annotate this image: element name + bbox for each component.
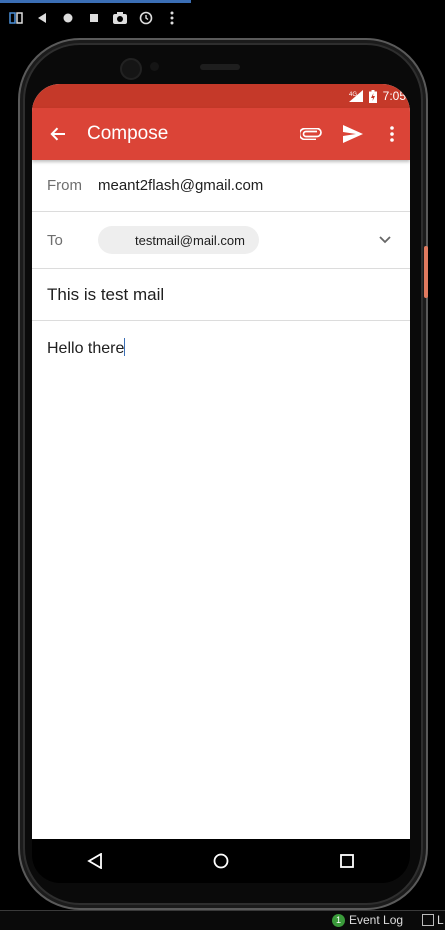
emulator-progress (0, 0, 191, 3)
recipient-chip[interactable]: testmail@mail.com (98, 226, 259, 254)
nav-home-icon[interactable] (199, 839, 243, 883)
overview-icon[interactable] (86, 10, 102, 26)
chevron-down-icon[interactable] (360, 212, 410, 268)
earpiece-speaker (200, 64, 240, 70)
recipient-chip-text: testmail@mail.com (135, 232, 245, 248)
event-count-badge: 1 (332, 913, 345, 927)
camera-icon[interactable] (112, 10, 128, 26)
svg-text:4G: 4G (349, 92, 357, 98)
attach-icon[interactable] (290, 108, 332, 160)
page-title: Compose (87, 123, 169, 144)
text-cursor (124, 338, 126, 356)
layout-inspector-label: L (437, 913, 444, 927)
nav-overview-icon[interactable] (325, 839, 369, 883)
navigation-bar (32, 839, 410, 883)
compose-body-field[interactable]: Hello there (32, 321, 410, 375)
side-button[interactable] (424, 246, 428, 298)
window-icon (422, 914, 434, 926)
sensor (150, 62, 159, 71)
to-row[interactable]: To testmail@mail.com (32, 212, 410, 269)
rotate-icon[interactable] (8, 10, 24, 26)
ide-status-bar: 1 Event Log L (0, 910, 445, 930)
to-label: To (47, 231, 63, 249)
battery-icon (368, 89, 377, 103)
overflow-menu-icon[interactable] (374, 108, 410, 160)
compose-body-text: Hello there (47, 340, 125, 357)
front-camera (120, 58, 142, 80)
nav-back-icon[interactable] (73, 839, 117, 883)
back-arrow-icon[interactable] (32, 108, 84, 160)
app-bar: Compose (32, 108, 410, 160)
more-vert-icon[interactable] (164, 10, 180, 26)
from-label: From (47, 177, 82, 194)
phone-screen: 4G 7:05 Compose From meant2flash@gmail.c… (32, 84, 410, 839)
signal-icon: 4G (348, 90, 363, 102)
home-icon[interactable] (60, 10, 76, 26)
send-icon[interactable] (332, 108, 374, 160)
status-bar: 4G 7:05 (32, 84, 410, 108)
event-log-button[interactable]: 1 Event Log (332, 913, 403, 927)
back-icon[interactable] (34, 10, 50, 26)
subject-text: This is test mail (47, 284, 165, 304)
from-row[interactable]: From meant2flash@gmail.com (32, 160, 410, 212)
from-value[interactable]: meant2flash@gmail.com (98, 177, 263, 194)
layout-inspector-button[interactable]: L (422, 913, 444, 927)
event-log-label: Event Log (349, 913, 404, 927)
emulator-toolbar (0, 0, 445, 36)
subject-field[interactable]: This is test mail (32, 269, 410, 321)
history-icon[interactable] (138, 10, 154, 26)
